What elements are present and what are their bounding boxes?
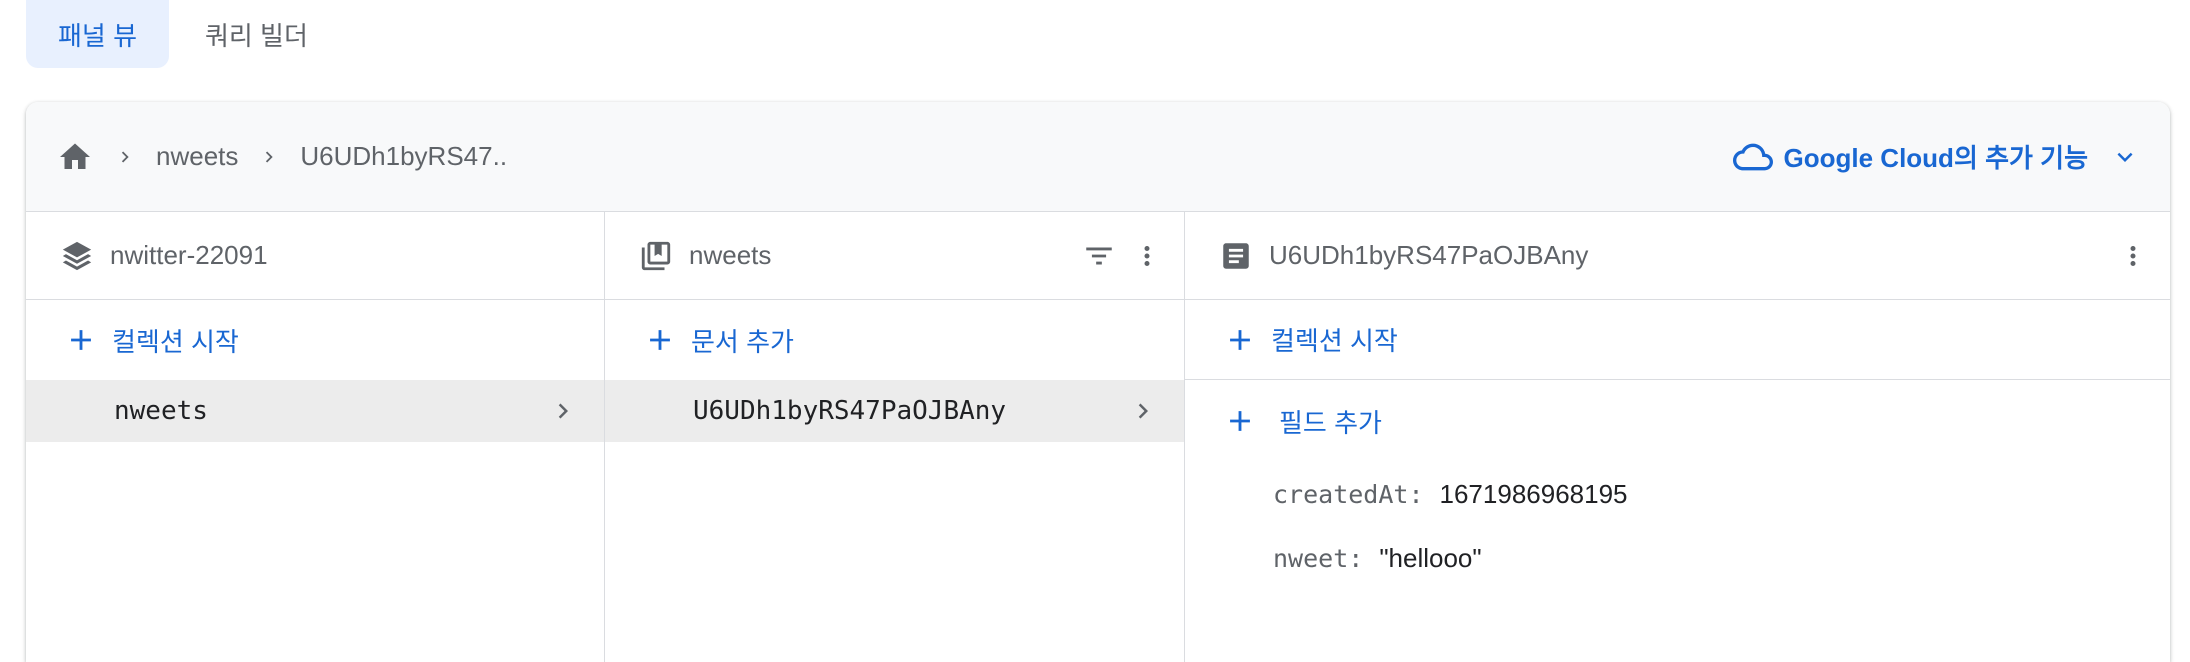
field-key: createdAt: [1273, 479, 1424, 509]
field-key: nweet: [1273, 543, 1364, 573]
collection-title: nweets [689, 240, 772, 270]
start-subcollection-button[interactable]: 컬렉션 시작 [1185, 300, 2170, 380]
add-field-label: 필드 추가 [1279, 407, 1382, 438]
start-collection-button[interactable]: 컬렉션 시작 [26, 300, 604, 380]
plus-icon [1223, 323, 1257, 357]
add-field-button[interactable]: 필드 추가 [1185, 380, 2170, 462]
chevron-right-icon [1128, 396, 1158, 426]
add-document-button[interactable]: 문서 추가 [605, 300, 1184, 380]
filter-icon[interactable] [1080, 239, 1118, 273]
chevron-right-icon [258, 146, 280, 168]
field-row[interactable]: nweet: "hellooo" [1185, 526, 2170, 590]
document-icon [1219, 239, 1253, 273]
more-vert-icon[interactable] [1132, 238, 1162, 274]
collection-actions [1080, 238, 1162, 274]
breadcrumb-item-collection[interactable]: nweets [156, 141, 238, 172]
collection-column-header: nweets [605, 212, 1184, 300]
home-icon[interactable] [56, 139, 94, 175]
google-cloud-label: Google Cloud의 추가 기능 [1783, 143, 2088, 173]
start-subcollection-label: 컬렉션 시작 [1271, 326, 1398, 356]
layers-icon [60, 239, 94, 273]
tab-panel-view[interactable]: 패널 뷰 [26, 0, 169, 68]
start-collection-label: 컬렉션 시작 [112, 326, 239, 357]
data-panel: nweets U6UDh1byRS47.. Google Cloud의 추가 기… [26, 102, 2170, 662]
field-value: "hellooo" [1379, 542, 1482, 573]
breadcrumb-item-document[interactable]: U6UDh1byRS47.. [300, 141, 507, 172]
panel-header: nweets U6UDh1byRS47.. Google Cloud의 추가 기… [26, 102, 2170, 212]
document-id: U6UDh1byRS47PaOJBAny [693, 396, 1007, 426]
plus-icon [64, 323, 98, 357]
root-column-header: nwitter-22091 [26, 212, 604, 300]
field-value: 1671986968195 [1439, 478, 1628, 509]
add-document-label: 문서 추가 [691, 326, 794, 357]
more-vert-icon[interactable] [2118, 238, 2148, 274]
tab-query-builder[interactable]: 쿼리 빌더 [173, 0, 340, 68]
plus-icon [1223, 404, 1257, 438]
document-column-header: U6UDh1byRS47PaOJBAny [1185, 212, 2170, 300]
document-actions [2118, 238, 2148, 274]
panel-columns: nwitter-22091 컬렉션 시작 nweets nweets 문서 추가… [26, 212, 2170, 662]
collection-column: nweets 문서 추가 U6UDh1byRS47PaOJBAny [605, 212, 1185, 662]
field-row[interactable]: createdAt: 1671986968195 [1185, 462, 2170, 526]
project-name: nwitter-22091 [110, 240, 268, 270]
root-column: nwitter-22091 컬렉션 시작 nweets [26, 212, 605, 662]
document-title: U6UDh1byRS47PaOJBAny [1269, 240, 1589, 270]
document-column: U6UDh1byRS47PaOJBAny 컬렉션 시작 필드 추가 create… [1185, 212, 2170, 662]
plus-icon [643, 323, 677, 357]
view-tabs: 패널 뷰 쿼리 빌더 [26, 0, 340, 68]
breadcrumb: nweets U6UDh1byRS47.. [56, 139, 507, 175]
collection-name: nweets [114, 396, 208, 426]
collection-icon [639, 239, 673, 273]
cloud-icon [1732, 142, 1774, 172]
chevron-right-icon [548, 396, 578, 426]
collection-list-item[interactable]: nweets [26, 380, 604, 442]
document-list-item[interactable]: U6UDh1byRS47PaOJBAny [605, 380, 1184, 442]
google-cloud-features-button[interactable]: Google Cloud의 추가 기능 [1732, 138, 2140, 175]
chevron-down-icon [2110, 142, 2140, 172]
chevron-right-icon [114, 146, 136, 168]
